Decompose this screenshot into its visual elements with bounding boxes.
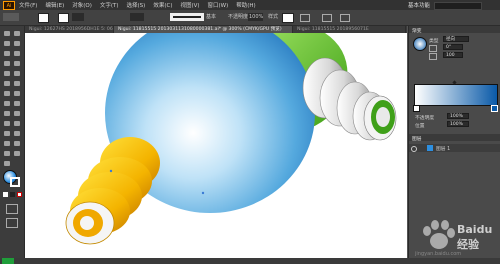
rotate-tool-icon[interactable]: [13, 80, 21, 87]
zoom-tool-icon[interactable]: [3, 160, 11, 167]
opacity-label: 不透明度: [228, 14, 249, 20]
blue-bulb-base: [65, 137, 160, 245]
gradient-slider[interactable]: [414, 84, 498, 106]
color-mode-icon[interactable]: [3, 192, 8, 197]
none-mode-icon[interactable]: [17, 192, 22, 197]
type-tool-icon[interactable]: [13, 50, 21, 57]
style-swatch[interactable]: [282, 13, 294, 23]
selection-indicator: [3, 13, 19, 21]
menu-type[interactable]: 文字(T): [100, 1, 119, 9]
workspace-switcher[interactable]: 基本功能: [408, 1, 430, 9]
stop-opacity-input[interactable]: 100%: [447, 113, 469, 119]
angle-icon: [429, 45, 437, 52]
menu-effect[interactable]: 效果(C): [153, 1, 172, 9]
gradient-tool-icon[interactable]: [3, 120, 11, 127]
pencil-tool-icon[interactable]: [13, 70, 21, 77]
stroke-weight-dropdown[interactable]: [72, 13, 84, 21]
aspect-ratio-input[interactable]: 100: [443, 52, 463, 58]
gradient-preview-swatch[interactable]: [413, 37, 427, 51]
eyedropper-tool-icon[interactable]: [13, 120, 21, 127]
tab-document-3[interactable]: Nigui: 11815515 2018956071E: [293, 26, 406, 33]
menu-edit[interactable]: 编辑(E): [45, 1, 64, 9]
direct-selection-tool-icon[interactable]: [13, 30, 21, 37]
tab-document-1[interactable]: Nigui: 12627HS 2018956DH1E 5: 06992/20: [25, 26, 114, 33]
paintbrush-tool-icon[interactable]: [3, 70, 11, 77]
hand-tool-icon[interactable]: [13, 150, 21, 157]
variable-width-dropdown[interactable]: [130, 13, 144, 21]
layer-name[interactable]: 图层 1: [436, 145, 450, 152]
magic-wand-tool-icon[interactable]: [3, 40, 11, 47]
gradient-type-label: 类型: [429, 39, 439, 44]
menu-view[interactable]: 视图(V): [180, 1, 199, 9]
menu-object[interactable]: 对象(O): [72, 1, 92, 9]
eraser-tool-icon[interactable]: [3, 80, 11, 87]
free-transform-tool-icon[interactable]: [3, 100, 11, 107]
watermark-url: jingyan.baidu.com: [415, 251, 462, 257]
search-input[interactable]: [434, 2, 482, 10]
location-input[interactable]: 100%: [447, 121, 469, 127]
symbol-sprayer-tool-icon[interactable]: [13, 130, 21, 137]
light-bulb-artwork[interactable]: [25, 33, 407, 258]
lasso-tool-icon[interactable]: [13, 40, 21, 47]
layers-panel-header: [409, 134, 500, 141]
aspect-ratio-icon: [429, 53, 437, 60]
blend-tool-icon[interactable]: [3, 130, 11, 137]
layer-color-chip: [427, 145, 433, 151]
layer-row[interactable]: 图层 1: [409, 144, 500, 152]
document-setup-icon[interactable]: [300, 14, 310, 22]
document-tabs: Nigui: 12627HS 2018956DH1E 5: 06992/20 N…: [25, 26, 407, 33]
watermark-brand: Baidu 经验: [457, 223, 493, 251]
fill-swatch[interactable]: [38, 13, 49, 23]
scale-tool-icon[interactable]: [3, 90, 11, 97]
rectangle-tool-icon[interactable]: [13, 60, 21, 67]
stroke-color-swatch[interactable]: [10, 177, 20, 187]
slice-tool-icon[interactable]: [3, 150, 11, 157]
location-label: 位置: [415, 124, 425, 129]
screen-mode-icon[interactable]: [6, 218, 18, 228]
stroke-swatch[interactable]: [58, 13, 69, 23]
line-tool-icon[interactable]: [3, 60, 11, 67]
gradient-stop-end[interactable]: [491, 105, 498, 112]
selection-tool-icon[interactable]: [3, 30, 11, 37]
brush-stroke-preview: [173, 16, 201, 18]
pen-tool-icon[interactable]: [3, 50, 11, 57]
align-icon[interactable]: [322, 14, 332, 22]
stroke-profile-label: 基本: [206, 14, 217, 20]
width-tool-icon[interactable]: [13, 90, 21, 97]
control-bar: 基本 不透明度 100% 样式: [0, 10, 500, 26]
column-graph-tool-icon[interactable]: [3, 140, 11, 147]
layers-tab[interactable]: 图层: [412, 135, 422, 142]
gradient-type-dropdown[interactable]: 径向: [443, 36, 469, 42]
menu-file[interactable]: 文件(F): [19, 1, 37, 9]
opacity-label: 不透明度: [415, 116, 435, 121]
eye-icon[interactable]: [411, 146, 417, 152]
transform-icon[interactable]: [340, 14, 350, 22]
brush-definition-dropdown[interactable]: [170, 13, 204, 21]
draw-mode-icon[interactable]: [6, 204, 18, 214]
gradient-mode-icon[interactable]: [10, 192, 15, 197]
gradient-stop-start[interactable]: [413, 105, 420, 112]
baidu-watermark: Baidu 经验 jingyan.baidu.com: [413, 211, 499, 261]
angle-input[interactable]: 0°: [443, 44, 463, 50]
style-label: 样式: [268, 14, 279, 20]
app-logo: Ai: [3, 0, 15, 10]
panel-header: [409, 26, 500, 33]
gradient-tab[interactable]: 渐变: [412, 27, 422, 34]
shape-builder-tool-icon[interactable]: [13, 100, 21, 107]
perspective-grid-tool-icon[interactable]: [3, 110, 11, 117]
opacity-input[interactable]: 100%: [248, 13, 263, 21]
menu-bar: Ai 文件(F) 编辑(E) 对象(O) 文字(T) 选择(S) 效果(C) 视…: [0, 0, 500, 10]
tab-document-2[interactable]: Nigui: 11815515 2013031131080000381.ai* …: [114, 26, 293, 33]
mesh-tool-icon[interactable]: [13, 110, 21, 117]
tools-panel: [0, 26, 25, 258]
menu-help[interactable]: 帮助(H): [236, 1, 255, 9]
artboard-canvas[interactable]: [25, 33, 407, 258]
zoom-indicator[interactable]: [2, 258, 14, 264]
menu-window[interactable]: 窗口(W): [208, 1, 229, 9]
artboard-tool-icon[interactable]: [13, 140, 21, 147]
menu-select[interactable]: 选择(S): [127, 1, 146, 9]
green-bulb-base: [302, 57, 397, 141]
